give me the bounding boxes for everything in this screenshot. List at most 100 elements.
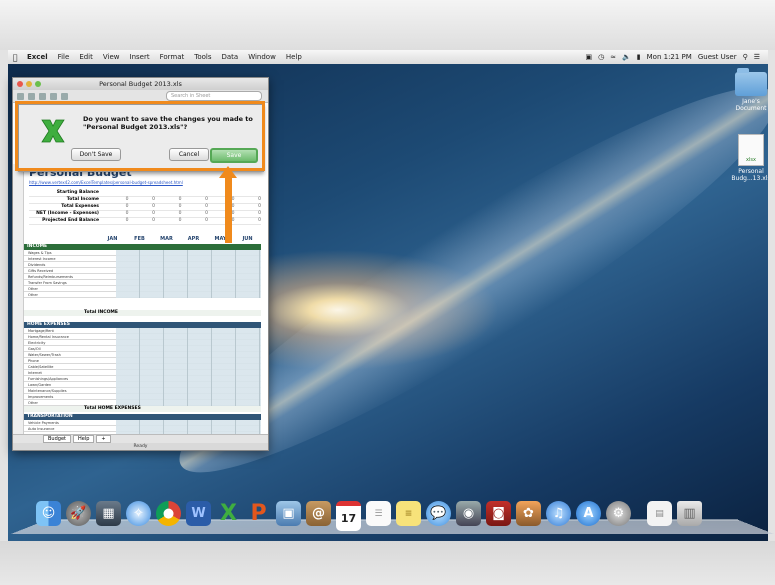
cell[interactable]: 0 <box>129 197 155 203</box>
powerpoint-icon[interactable]: P <box>246 501 271 526</box>
open-icon[interactable] <box>28 92 35 100</box>
minimize-icon[interactable] <box>26 81 32 87</box>
menu-clock[interactable]: Mon 1:21 PM <box>647 53 692 61</box>
toolbar: Search in Sheet <box>13 90 268 103</box>
tab-help[interactable]: Help <box>72 435 95 443</box>
row-label: NET (Income - Expenses) <box>36 211 99 216</box>
cell[interactable]: 0 <box>129 211 155 217</box>
home-labels: Mortgage/Rent Home/Rental Insurance Elec… <box>28 328 69 406</box>
cell[interactable]: 0 <box>235 197 261 203</box>
cell[interactable]: 0 <box>182 218 208 224</box>
notes-icon[interactable]: ≡ <box>396 501 421 526</box>
apple-menu-icon[interactable]:  <box>8 53 22 62</box>
timemachine-icon[interactable]: ◷ <box>598 53 604 61</box>
desktop-excel-file[interactable]: Personal Budg...13.xls <box>726 134 768 182</box>
sheet-link[interactable]: http://www.vertex42.com/ExcelTemplates/p… <box>29 180 183 185</box>
facetime-icon[interactable]: ◉ <box>456 501 481 526</box>
desktop-file-label: Personal Budg...13.xls <box>731 168 768 182</box>
cell[interactable] <box>155 190 182 196</box>
chrome-icon[interactable]: ● <box>156 501 181 526</box>
home-total-row[interactable]: Total HOME EXPENSES <box>24 406 261 412</box>
dont-save-button[interactable]: Don't Save <box>71 148 121 161</box>
menu-view[interactable]: View <box>98 53 125 61</box>
cell[interactable]: 0 <box>182 211 208 217</box>
launchpad-icon[interactable]: 🚀 <box>66 501 91 526</box>
notification-center-icon[interactable]: ☰ <box>754 53 760 61</box>
menu-help[interactable]: Help <box>281 53 307 61</box>
cell[interactable]: 0 <box>235 218 261 224</box>
spotlight-icon[interactable]: ⚲ <box>743 53 748 61</box>
word-icon[interactable]: W <box>186 501 211 526</box>
preview-icon[interactable]: ▣ <box>276 501 301 526</box>
dock-separator <box>636 501 642 531</box>
undo-icon[interactable] <box>61 92 68 100</box>
volume-icon[interactable]: 🔈 <box>622 53 631 61</box>
messages-icon[interactable]: 💬 <box>426 501 451 526</box>
transportation-grid[interactable]: Vehicle Payments Auto Insurance <box>24 420 261 434</box>
menu-format[interactable]: Format <box>155 53 190 61</box>
itunes-icon[interactable]: ♫ <box>546 501 571 526</box>
trash-icon[interactable]: ▥ <box>677 501 702 526</box>
window-titlebar[interactable]: Personal Budget 2013.xls <box>13 78 268 90</box>
income-grid[interactable]: Wages & Tips Interest Income Dividends G… <box>24 250 261 298</box>
excel-icon[interactable]: X <box>216 501 241 526</box>
close-icon[interactable] <box>17 81 23 87</box>
tab-budget[interactable]: Budget <box>43 435 71 443</box>
cell[interactable]: 0 <box>102 204 129 210</box>
search-input[interactable]: Search in Sheet <box>166 91 262 101</box>
reminders-icon[interactable]: ☰ <box>366 501 391 526</box>
menu-file[interactable]: File <box>53 53 75 61</box>
month-header: MAR <box>160 236 173 242</box>
photo-booth-icon[interactable]: ◙ <box>486 501 511 526</box>
menu-extras: ▣ ◷ ≈ 🔈 ▮ Mon 1:21 PM Guest User ⚲ ☰ <box>585 53 768 61</box>
income-total-row[interactable]: Total INCOME <box>24 310 261 316</box>
documents-icon[interactable]: ▤ <box>647 501 672 526</box>
contacts-icon[interactable]: @ <box>306 501 331 526</box>
cell[interactable]: 0 <box>182 197 208 203</box>
cell[interactable] <box>235 190 262 196</box>
menu-tools[interactable]: Tools <box>189 53 216 61</box>
menu-data[interactable]: Data <box>217 53 244 61</box>
calendar-icon[interactable]: 17 <box>336 501 361 531</box>
cell[interactable]: 0 <box>129 218 155 224</box>
airplay-icon[interactable]: ▣ <box>585 53 592 61</box>
cell[interactable]: 0 <box>182 204 208 210</box>
menu-app-excel[interactable]: Excel <box>22 53 53 61</box>
finder-icon[interactable]: ☺ <box>36 501 61 526</box>
iphoto-icon[interactable]: ✿ <box>516 501 541 526</box>
row-label: Projected End Balance <box>42 218 99 223</box>
save-button[interactable]: Save <box>210 148 258 163</box>
cell[interactable] <box>182 190 209 196</box>
menu-user[interactable]: Guest User <box>698 53 737 61</box>
cell[interactable] <box>129 190 156 196</box>
menu-edit[interactable]: Edit <box>74 53 98 61</box>
app-store-icon[interactable]: A <box>576 501 601 526</box>
cell[interactable]: 0 <box>235 211 261 217</box>
cell[interactable]: 0 <box>102 211 129 217</box>
menu-insert[interactable]: Insert <box>125 53 155 61</box>
mission-control-icon[interactable]: ▦ <box>96 501 121 526</box>
cell[interactable]: 0 <box>102 218 129 224</box>
cell[interactable]: 0 <box>235 204 261 210</box>
system-preferences-icon[interactable]: ⚙ <box>606 501 631 526</box>
add-sheet-button[interactable]: + <box>96 435 111 443</box>
home-grid[interactable]: Mortgage/Rent Home/Rental Insurance Elec… <box>24 328 261 406</box>
cell[interactable] <box>102 190 129 196</box>
menu-window[interactable]: Window <box>243 53 281 61</box>
cancel-button[interactable]: Cancel <box>169 148 209 161</box>
cell[interactable]: 0 <box>102 197 129 203</box>
cell[interactable]: 0 <box>155 197 182 203</box>
cell[interactable]: 0 <box>129 204 155 210</box>
cell[interactable]: 0 <box>155 204 182 210</box>
cell[interactable]: 0 <box>155 218 182 224</box>
month-header: FEB <box>134 236 145 242</box>
cell[interactable]: 0 <box>155 211 182 217</box>
safari-icon[interactable]: ✧ <box>126 501 151 526</box>
save-icon[interactable] <box>39 92 46 100</box>
new-icon[interactable] <box>17 92 24 100</box>
desktop-folder[interactable]: Jane's Document <box>726 68 768 112</box>
zoom-icon[interactable] <box>35 81 41 87</box>
battery-icon[interactable]: ▮ <box>637 53 641 61</box>
print-icon[interactable] <box>50 92 57 100</box>
wifi-icon[interactable]: ≈ <box>610 53 616 61</box>
